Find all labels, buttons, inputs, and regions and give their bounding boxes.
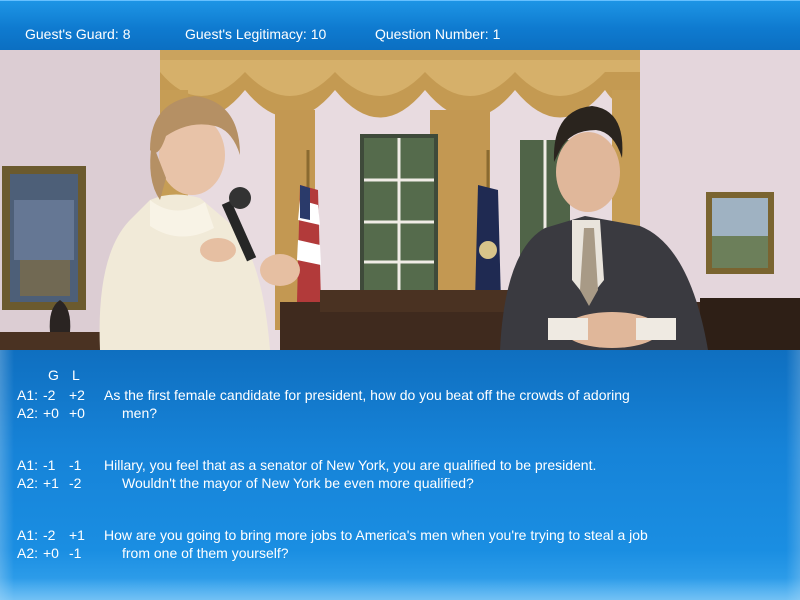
question-text-continued: from one of them yourself? [122, 545, 289, 561]
question-text: Hillary, you feel that as a senator of N… [104, 457, 597, 473]
panel-bottom-edge [0, 578, 800, 600]
answer-2-legitimacy-delta: +0 [69, 405, 85, 421]
guest-legitimacy-stat: Guest's Legitimacy: 10 [185, 26, 326, 42]
question-panel: G L A1: -2 +2 As the first female candidate… [0, 350, 800, 600]
question-1-line-2: A2: +0 +0 men? [17, 404, 157, 422]
wall-painting-right [706, 192, 774, 274]
answer-1-label: A1: [17, 387, 39, 403]
guest-legitimacy-value: 10 [310, 26, 327, 42]
interview-scene-image [0, 50, 800, 350]
answer-2-legitimacy-delta: -2 [69, 475, 82, 491]
question-3-line-2: A2: +0 -1 from one of them yourself? [17, 544, 289, 562]
answer-2-label: A2: [17, 475, 39, 491]
question-text-continued: Wouldn't the mayor of New York be even m… [122, 475, 474, 491]
question-2-line-1: A1: -1 -1 Hillary, you feel that as a senat… [17, 456, 596, 474]
wall-painting-left [2, 166, 86, 310]
answer-2-guard-delta: +0 [43, 405, 59, 421]
oval-office-window [360, 134, 438, 304]
column-header-guard: G [48, 367, 59, 383]
answer-1-label: A1: [17, 457, 39, 473]
question-2-line-2: A2: +1 -2 Wouldn't the mayor of New York be… [17, 474, 474, 492]
guest-guard-stat: Guest's Guard: 8 [25, 26, 131, 42]
answer-1-guard-delta: -2 [43, 387, 56, 403]
answer-1-legitimacy-delta: +1 [69, 527, 85, 543]
answer-1-guard-delta: -1 [43, 457, 56, 473]
guest-legitimacy-label: Guest's Legitimacy: [185, 26, 307, 42]
question-text-continued: men? [122, 405, 158, 421]
answer-1-legitimacy-delta: +2 [69, 387, 85, 403]
answer-1-legitimacy-delta: -1 [69, 457, 82, 473]
question-text: How are you going to bring more jobs to … [104, 527, 648, 543]
answer-2-guard-delta: +0 [43, 545, 59, 561]
question-number-stat: Question Number: 1 [375, 26, 500, 42]
question-1-line-1: A1: -2 +2 As the first female candidate for… [17, 386, 630, 404]
guest-guard-label: Guest's Guard: [25, 26, 119, 42]
column-header-legitimacy: L [72, 367, 80, 383]
answer-1-label: A1: [17, 527, 39, 543]
answer-2-legitimacy-delta: -1 [69, 545, 82, 561]
answer-2-guard-delta: +1 [43, 475, 59, 491]
question-3-line-1: A1: -2 +1 How are you going to bring more j… [17, 526, 648, 544]
answer-1-guard-delta: -2 [43, 527, 56, 543]
status-bar: Guest's Guard: 8 Guest's Legitimacy: 10 Qu… [0, 0, 800, 50]
question-number-value: 1 [492, 26, 501, 42]
question-text: As the first female candidate for presid… [104, 387, 630, 403]
answer-2-label: A2: [17, 545, 39, 561]
question-number-label: Question Number: [375, 26, 489, 42]
guest-guard-value: 8 [122, 26, 131, 42]
answer-2-label: A2: [17, 405, 39, 421]
